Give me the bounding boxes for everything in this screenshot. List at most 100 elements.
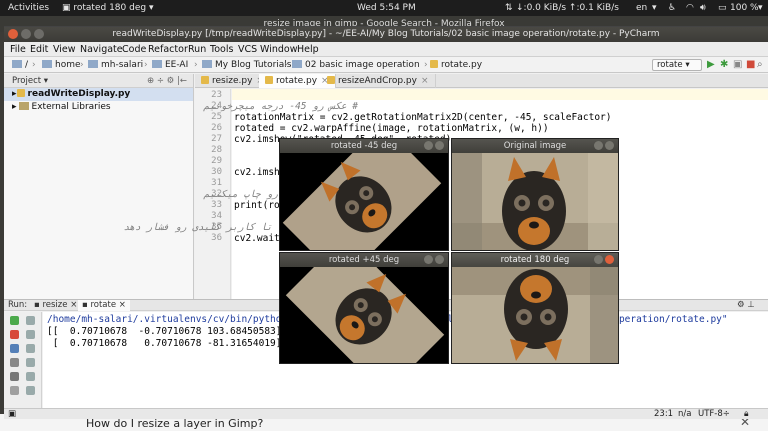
line-number: 28: [211, 145, 222, 155]
fox-image-original: [452, 153, 618, 250]
menu-refactor[interactable]: Refactor: [148, 42, 188, 57]
breadcrumb-file[interactable]: rotate.py: [430, 57, 482, 73]
activities-button[interactable]: Activities: [8, 0, 49, 16]
tree-item-external-libraries[interactable]: ▸ External Libraries: [4, 101, 193, 114]
menu-code[interactable]: Code: [122, 42, 146, 57]
folder-icon: [152, 60, 162, 68]
breadcrumb-root[interactable]: /: [10, 57, 28, 73]
wifi-icon[interactable]: ◠: [686, 0, 694, 16]
project-panel-header[interactable]: Project ▾ ⊕ ÷ ⚙ |←: [4, 74, 193, 88]
line-number: 27: [211, 134, 222, 144]
pause-icon[interactable]: [10, 344, 19, 353]
expand-icon: ▸: [12, 89, 17, 99]
close-window-button[interactable]: [605, 255, 614, 264]
python-file-icon: [327, 76, 335, 84]
menu-vcs[interactable]: VCS: [238, 42, 257, 57]
line-number: 33: [211, 200, 222, 210]
breadcrumb-user[interactable]: mh-salari: [86, 57, 143, 73]
menu-navigate[interactable]: Navigate: [80, 42, 123, 57]
chevron-down-icon: ▾: [146, 3, 154, 13]
menu-view[interactable]: View: [53, 42, 76, 57]
close-window-button[interactable]: [605, 141, 614, 150]
close-window-button[interactable]: [435, 255, 444, 264]
image-canvas: [452, 267, 618, 363]
run-icon[interactable]: ▶: [707, 59, 715, 71]
active-app-menu[interactable]: ▣ rotated 180 deg ▾: [62, 0, 153, 16]
menu-tools[interactable]: Tools: [210, 42, 233, 57]
line-separator[interactable]: n/a: [678, 409, 691, 419]
print-icon[interactable]: [26, 372, 35, 381]
breadcrumb-ee-ai[interactable]: EE-AI: [150, 57, 188, 73]
breadcrumb-blog[interactable]: My Blog Tutorials: [200, 57, 291, 73]
image-window-rotated-plus-45[interactable]: rotated +45 deg: [279, 252, 449, 364]
chevron-down-icon: ▾: [652, 3, 657, 13]
encoding[interactable]: UTF-8÷: [698, 409, 730, 419]
close-window-button[interactable]: [435, 141, 444, 150]
line-number: 29: [211, 156, 222, 166]
restore-layout-icon[interactable]: [10, 358, 19, 367]
settings-icon[interactable]: ⊕ ÷ ⚙ |←: [147, 74, 187, 88]
menu-help[interactable]: Help: [297, 42, 319, 57]
desktop: Activities ▣ rotated 180 deg ▾ Wed 5:54 …: [0, 0, 768, 431]
maximize-window-button[interactable]: [34, 29, 44, 39]
image-window-original[interactable]: Original image: [451, 138, 619, 251]
image-window-rotated-minus-45[interactable]: rotated -45 deg: [279, 138, 449, 251]
run-config-select[interactable]: rotate ▾: [652, 59, 702, 71]
breadcrumb-home[interactable]: home: [40, 57, 81, 73]
cursor-position[interactable]: 23:1: [654, 409, 673, 419]
line-number: 31: [211, 178, 222, 188]
settings-icon[interactable]: ⚙ ⊥: [737, 300, 755, 311]
scroll-to-end-icon[interactable]: [26, 358, 35, 367]
language-indicator[interactable]: en: [636, 0, 647, 16]
minimize-window-button[interactable]: [594, 255, 603, 264]
debug-icon[interactable]: ✱: [720, 59, 728, 71]
minimize-window-button[interactable]: [21, 29, 31, 39]
minimize-window-button[interactable]: [424, 141, 433, 150]
tab-resizeandcrop[interactable]: resizeAndCrop.py ×: [321, 74, 436, 88]
search-icon[interactable]: ⌕: [757, 59, 763, 71]
image-window-rotated-180[interactable]: rotated 180 deg: [451, 252, 619, 364]
close-tab-icon[interactable]: ×: [421, 76, 429, 86]
battery-icon[interactable]: ▭: [718, 0, 727, 16]
lock-icon[interactable]: 🔒︎: [744, 409, 749, 419]
scroll-up-icon[interactable]: [26, 316, 35, 325]
status-icon[interactable]: ▣: [8, 409, 16, 419]
run-label: Run:: [8, 300, 28, 310]
rerun-icon[interactable]: [10, 316, 19, 325]
line-number: 26: [211, 123, 222, 133]
code-line[interactable]: rotationMatrix = cv2.getRotationMatrix2D…: [234, 112, 612, 123]
code-line[interactable]: rotated = cv2.warpAffine(image, rotation…: [234, 123, 549, 134]
stop-icon[interactable]: ■: [746, 59, 755, 71]
pin-icon[interactable]: [10, 372, 19, 381]
accessibility-icon[interactable]: ♿: [668, 0, 676, 16]
menu-run[interactable]: Run: [188, 42, 206, 57]
image-window-title: rotated 180 deg: [452, 253, 618, 267]
project-panel: Project ▾ ⊕ ÷ ⚙ |← ▸ readWriteDisplay.py …: [4, 74, 194, 299]
minimize-window-button[interactable]: [424, 255, 433, 264]
python-file-icon: [430, 60, 438, 68]
code-comment[interactable]: # عکس رو 45- درجه میچرخونیم: [204, 101, 358, 112]
menu-edit[interactable]: Edit: [30, 42, 48, 57]
menu-file[interactable]: File: [10, 42, 26, 57]
run-tab-rotate[interactable]: ▪ rotate ×: [78, 300, 130, 311]
chevron-right-icon: ›: [424, 60, 428, 70]
volume-icon[interactable]: 🔊︎: [700, 0, 706, 16]
menu-window[interactable]: Window: [260, 42, 297, 57]
tree-item-readwritedisplay[interactable]: ▸ readWriteDisplay.py: [4, 88, 193, 101]
chevron-right-icon: ›: [32, 60, 36, 70]
fox-image-rotated: [280, 267, 448, 363]
soft-wrap-icon[interactable]: [26, 344, 35, 353]
clear-icon[interactable]: [26, 386, 35, 395]
clock[interactable]: Wed 5:54 PM: [357, 0, 416, 16]
console-line: [[ 0.70710678 -0.70710678 103.68450583]: [47, 326, 282, 337]
stop-icon[interactable]: [10, 330, 19, 339]
close-window-button[interactable]: [8, 29, 18, 39]
close-icon[interactable]: [10, 386, 19, 395]
line-number: 36: [211, 233, 222, 243]
breadcrumb-folder[interactable]: 02 basic image operation: [290, 57, 420, 73]
minimize-window-button[interactable]: [594, 141, 603, 150]
scroll-down-icon[interactable]: [26, 330, 35, 339]
power-icon[interactable]: ▾: [758, 0, 763, 16]
coverage-icon[interactable]: ▣: [733, 59, 742, 71]
run-tab-resize[interactable]: ▪ resize ×: [34, 300, 77, 311]
